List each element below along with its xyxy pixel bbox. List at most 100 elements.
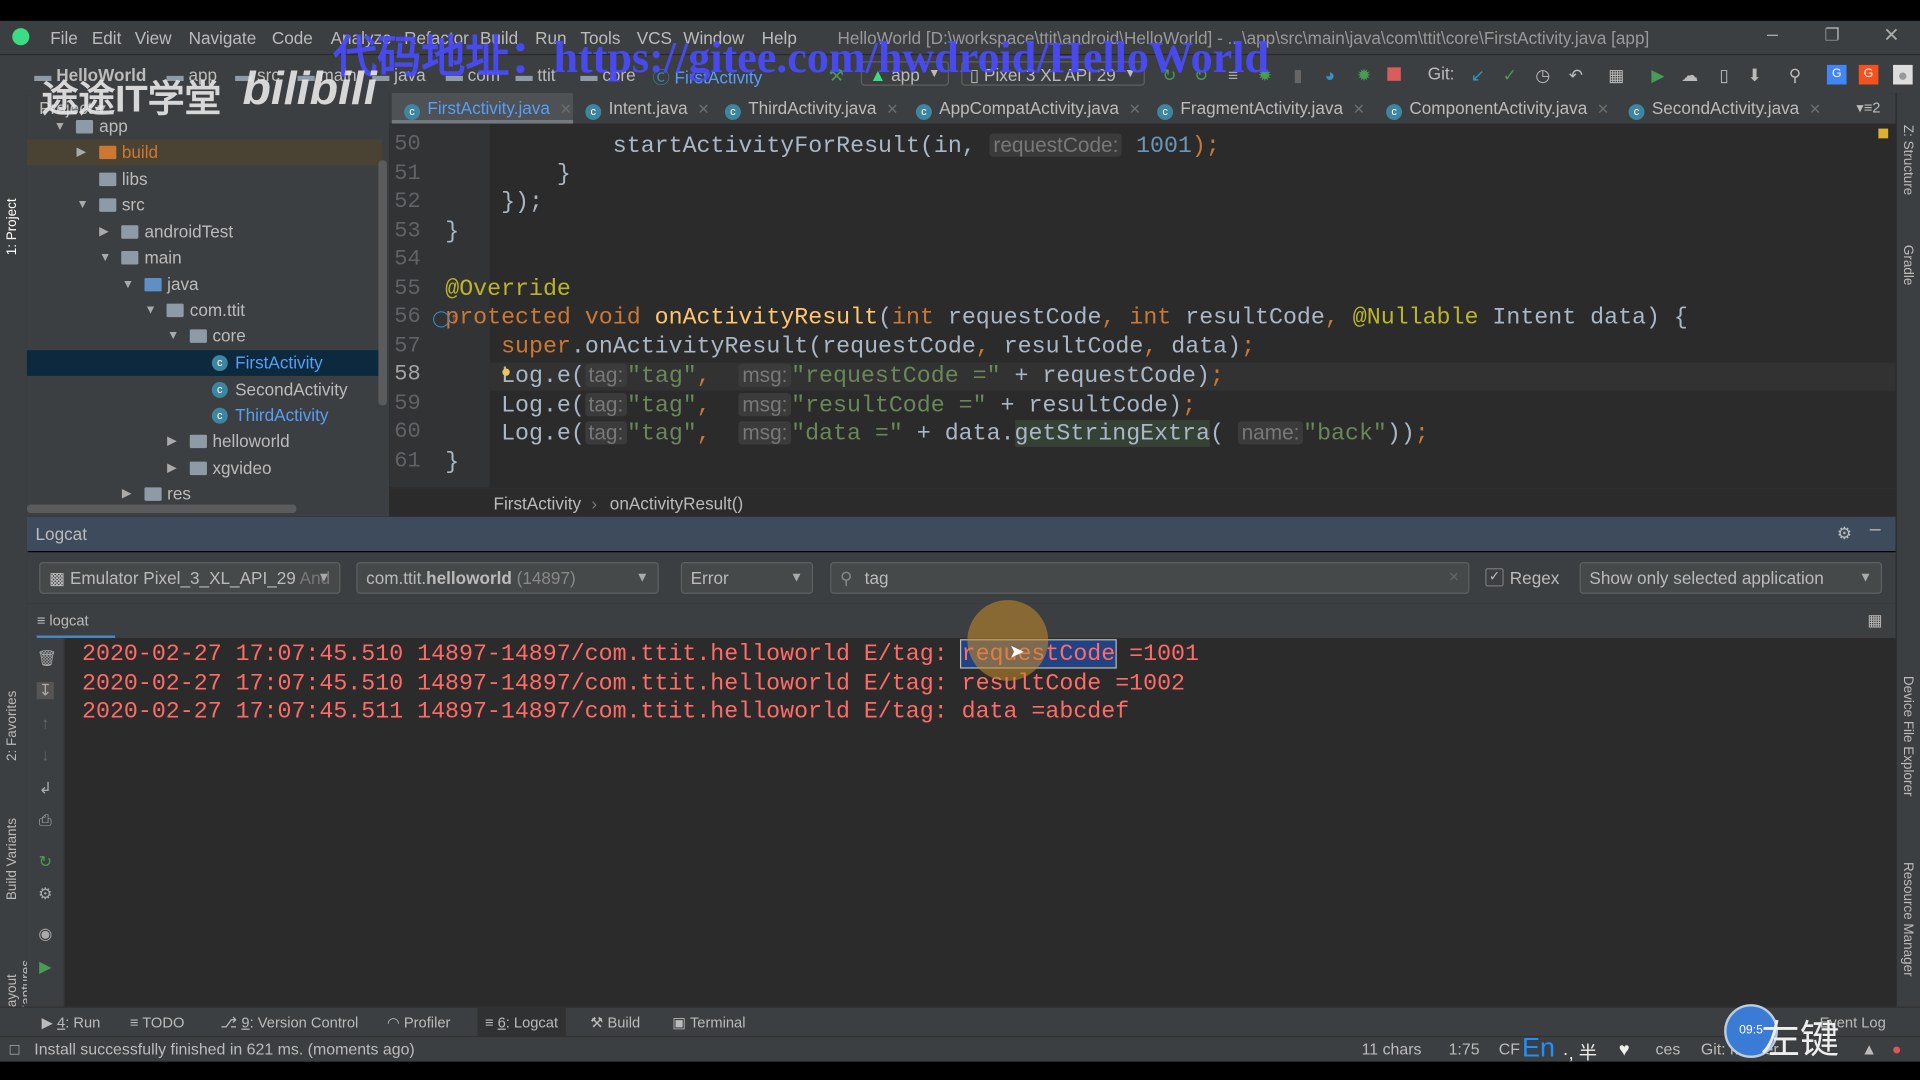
tab-firstactivity[interactable]: c FirstActivity.java ✕ [391,93,574,124]
memory-lock-icon[interactable]: ▲ [1861,1040,1877,1058]
tree-item-xgvideo[interactable]: ▶ xgvideo [27,456,382,482]
nav-crumb[interactable]: ▬ java [372,65,425,85]
restore-button[interactable]: ❐ [1824,24,1839,45]
app-filter-dropdown[interactable]: Show only selected application ▼ [1579,562,1883,594]
menu-navigate[interactable]: Navigate [189,28,257,48]
nav-crumb[interactable]: ▬ main [298,65,357,85]
terminal-run-icon[interactable]: ▶ [1648,65,1668,85]
nav-crumb[interactable]: Ⓒ FirstActivity [653,65,763,89]
expanded-arrow-icon[interactable]: ▼ [99,245,111,271]
tree-item-res[interactable]: ▶ res [27,481,382,507]
translate-orange-icon[interactable]: G [1858,64,1879,85]
project-horizontal-scrollbar[interactable] [26,504,297,514]
menu-file[interactable]: File [50,28,78,48]
tree-item-secondactivity[interactable]: c SecondActivity [27,377,382,403]
tree-item-com-ttit[interactable]: ▼ com.ttit [27,298,382,324]
attach-debugger-disabled-icon[interactable]: ▮ [1288,65,1308,85]
stop-icon[interactable] [1387,67,1401,81]
menu-run[interactable]: Run [535,28,566,48]
search-icon[interactable]: ⚲ [1785,65,1805,85]
nav-crumb[interactable]: ▬ com [446,65,500,85]
vcs-history-clock-icon[interactable]: ◷ [1533,65,1553,85]
nav-crumb[interactable]: ▬ core [580,65,635,85]
expanded-arrow-icon[interactable]: ▼ [77,192,89,218]
down-arrow-icon[interactable]: ↓ [37,746,54,764]
tab-thirdactivity[interactable]: c ThirdActivity.java ✕ [713,93,904,124]
regex-checkbox[interactable]: ✓ [1485,568,1504,587]
coverage-icon[interactable]: ≡ [1223,65,1243,85]
collapsed-arrow-icon[interactable]: ▶ [99,219,108,245]
error-indicator-icon[interactable]: ● [1892,1040,1902,1058]
bottom-tab-build[interactable]: ⚒ Build [590,1008,640,1037]
bottom-tab-profiler[interactable]: ◠ Profiler [387,1008,450,1037]
tool-window-structure[interactable]: Z: Structure [1900,125,1915,195]
tab-secondactivity[interactable]: c SecondActivity.java ✕ [1616,93,1824,124]
expanded-arrow-icon[interactable]: ▼ [167,323,179,349]
restart-icon[interactable]: ↻ [37,853,54,870]
nav-crumb[interactable]: ▬ src [235,65,280,85]
tool-window-gradle[interactable]: Gradle [1900,245,1915,285]
apply-changes-icon[interactable]: ↻ [1160,65,1180,85]
close-tab-icon[interactable]: ✕ [1353,100,1365,117]
run-config-select[interactable]: ▲ app ▼ [860,61,949,86]
print-icon[interactable]: ⎙ [37,811,54,829]
tool-window-build-variants[interactable]: Build Variants [5,818,20,900]
gradle-sync-icon[interactable]: ☁ [1680,65,1700,85]
bottom-tab-terminal[interactable]: ▣ Terminal [672,1008,745,1037]
bottom-tab-run[interactable]: ▶ 4: Run [42,1008,101,1037]
close-button[interactable]: ✕ [1883,23,1899,47]
project-vertical-scrollbar[interactable] [378,160,387,406]
event-log-button[interactable]: Event Log [1820,1008,1886,1037]
close-tab-icon[interactable]: ✕ [1809,100,1821,117]
menu-refactor[interactable]: Refactor [404,28,469,48]
layout-toggle-icon[interactable]: ▦ [1867,611,1882,631]
profile-gauge-icon[interactable]: ◕ [1320,65,1340,85]
tool-window-project[interactable]: 1: Project [5,198,20,255]
status-toggle-icon[interactable]: □ [10,1040,20,1058]
nav-crumb[interactable]: ▬ HelloWorld [34,65,146,85]
scroll-to-end-icon[interactable]: ↧ [36,681,54,700]
clear-logcat-trash-icon[interactable]: 🗑 [37,650,57,667]
expanded-arrow-icon[interactable]: ▼ [54,114,66,140]
up-arrow-icon[interactable]: ↑ [37,714,54,732]
collapsed-arrow-icon[interactable]: ▶ [167,456,176,482]
screen-record-icon[interactable]: ▶ [37,958,54,976]
debug-bug-icon[interactable]: ✹ [1255,65,1275,85]
tree-item-firstactivity[interactable]: c FirstActivity [26,350,383,376]
collapsed-arrow-icon[interactable]: ▶ [77,140,86,166]
tree-item-core[interactable]: ▼ core [27,323,382,349]
log-level-dropdown[interactable]: Error ▼ [680,562,814,594]
clear-search-icon[interactable]: ✕ [1448,563,1459,592]
menu-view[interactable]: View [135,28,172,48]
tree-item-androidtest[interactable]: ▶ androidTest [27,219,382,245]
tabs-overflow-button[interactable]: ▾≡2 [1856,99,1880,116]
screenshot-camera-icon[interactable]: ◉ [37,925,54,943]
close-tab-icon[interactable]: ✕ [1129,100,1141,117]
close-tab-icon[interactable]: ✕ [697,100,709,117]
tree-item-build[interactable]: ▶ build [26,139,383,166]
git-branch[interactable]: Git: master [1701,1040,1779,1058]
user-avatar-icon[interactable]: ● [1893,64,1913,85]
settings-icon[interactable]: ⚙ [37,885,54,902]
tree-item-src[interactable]: ▼ src [27,192,382,218]
settings-gear-icon[interactable]: ⚙ [1837,523,1852,544]
menu-build[interactable]: Build [480,28,518,48]
lightbulb-icon[interactable]: ● [501,361,511,381]
tool-window-device-file-explorer[interactable]: Device File Explorer [1900,676,1915,797]
hide-panel-icon[interactable]: – [1870,519,1881,541]
tree-item-libs[interactable]: libs [27,167,382,193]
close-tab-icon[interactable]: ✕ [1597,100,1609,117]
attach-debugger-icon[interactable]: ✹ [1354,65,1374,85]
menu-edit[interactable]: Edit [92,28,122,48]
caret-position[interactable]: 1:75 [1449,1040,1480,1058]
tree-item-main[interactable]: ▼ main [27,245,382,271]
log-line[interactable]: 2020-02-27 17:07:45.511 14897-14897/com.… [82,698,1129,727]
tab-componentactivity[interactable]: c ComponentActivity.java ✕ [1374,93,1616,124]
collapsed-arrow-icon[interactable]: ▶ [167,429,176,455]
project-structure-icon[interactable]: ▦ [1607,65,1627,85]
menu-analyze[interactable]: Analyze [331,28,392,48]
minimize-button[interactable]: – [1767,24,1778,46]
close-tab-icon[interactable]: ✕ [886,100,898,117]
log-search-input[interactable]: ⚲ tag ✕ [830,562,1470,594]
bottom-tab-logcat[interactable]: ≡ 6: Logcat [477,1007,566,1038]
